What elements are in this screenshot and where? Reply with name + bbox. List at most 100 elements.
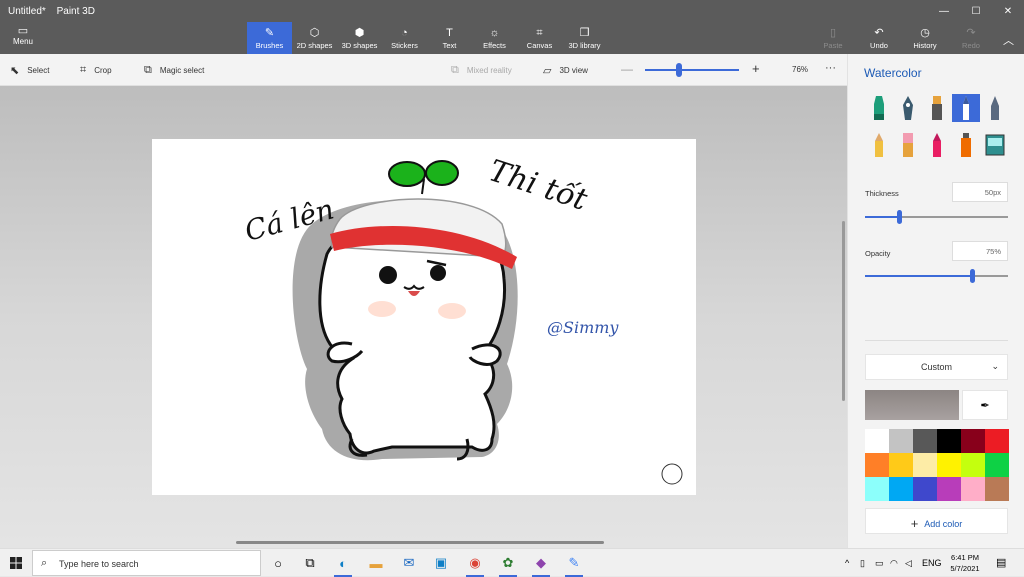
undo-icon: ↶ (874, 26, 884, 39)
minimize-button[interactable]: — (928, 0, 960, 22)
window-controls: — ☐ ✕ (928, 0, 1024, 22)
tab-label: 3D shapes (341, 40, 378, 50)
eraser-brush[interactable] (894, 131, 922, 159)
palette-swatch[interactable] (985, 453, 1009, 477)
opacity-input[interactable]: 75% (952, 241, 1008, 261)
chevron-up-icon[interactable]: ︿ (1003, 32, 1014, 48)
edit-tools: ▯ Paste ↶ Undo ◷ History ↷ Redo (810, 22, 994, 54)
close-button[interactable]: ✕ (992, 0, 1024, 22)
fill-brush[interactable] (981, 131, 1009, 159)
device-icon[interactable]: ▯ (860, 558, 865, 569)
chevron-up-icon[interactable]: ^ (845, 558, 849, 568)
maximize-button[interactable]: ☐ (960, 0, 992, 22)
edge-icon[interactable]: ◐ (333, 553, 353, 577)
sticker-icon: ◔ (401, 26, 408, 39)
calligraphy-pen-brush[interactable] (894, 94, 922, 122)
language-indicator[interactable]: ENG (922, 558, 942, 568)
start-button[interactable] (0, 549, 32, 577)
palette-swatch[interactable] (985, 477, 1009, 501)
tab-effects[interactable]: ☼ Effects (472, 22, 517, 54)
tab-3d-shapes[interactable]: ⬢ 3D shapes (337, 22, 382, 54)
zoom-slider-thumb[interactable] (676, 63, 682, 77)
crayon-brush[interactable] (923, 131, 951, 159)
palette-swatch[interactable] (865, 477, 889, 501)
horizontal-scrollbar[interactable] (236, 541, 604, 544)
dell-icon[interactable]: ▣ (431, 553, 451, 573)
redo-button[interactable]: ↷ Redo (948, 22, 994, 54)
palette-swatch[interactable] (913, 477, 937, 501)
history-button[interactable]: ◷ History (902, 22, 948, 54)
palette-swatch[interactable] (961, 477, 985, 501)
palette-swatch[interactable] (985, 429, 1009, 453)
zoom-slider[interactable] (645, 69, 739, 71)
clock[interactable]: 6:41 PM 5/7/2021 (940, 552, 990, 574)
palette-swatch[interactable] (937, 429, 961, 453)
palette-swatch[interactable] (865, 429, 889, 453)
app-icon[interactable]: ✿ (498, 553, 518, 577)
palette-swatch[interactable] (961, 453, 985, 477)
history-label: History (913, 40, 937, 50)
palette-swatch[interactable] (865, 453, 889, 477)
palette-swatch[interactable] (937, 453, 961, 477)
chevron-down-icon: ⌄ (991, 361, 999, 371)
thickness-slider-thumb[interactable] (897, 210, 903, 224)
paste-button[interactable]: ▯ Paste (810, 22, 856, 54)
tab-stickers[interactable]: ◔ Stickers (382, 22, 427, 54)
cortana-icon[interactable]: ○ (268, 553, 288, 573)
add-color-button[interactable]: + Add color (865, 508, 1008, 534)
tab-label: 2D shapes (296, 40, 333, 50)
vertical-scrollbar[interactable] (842, 221, 845, 401)
oil-brush[interactable] (923, 94, 951, 122)
tab-label: Text (442, 40, 457, 50)
ribbon: Untitled* Paint 3D — ☐ ✕ ▭ Menu ✎ Brushe… (0, 0, 1024, 54)
3d-view-button[interactable]: ▱ 3D view (543, 64, 588, 77)
palette-swatch[interactable] (889, 429, 913, 453)
opacity-slider-thumb[interactable] (970, 269, 976, 283)
pixel-pen-brush[interactable] (981, 94, 1009, 122)
palette-swatch[interactable] (961, 429, 985, 453)
palette-swatch[interactable] (889, 477, 913, 501)
more-options-button[interactable]: ··· (825, 62, 836, 74)
tab-text[interactable]: T Text (427, 22, 472, 54)
chrome-icon[interactable]: ◉ (465, 553, 485, 577)
pencil-icon (875, 133, 883, 157)
watercolor-brush[interactable] (952, 94, 980, 122)
wifi-icon[interactable]: ◠ (890, 558, 898, 569)
pencil-brush[interactable] (865, 131, 893, 159)
tab-brushes[interactable]: ✎ Brushes (247, 22, 292, 54)
pointer-icon: ⬉ (10, 65, 20, 77)
spray-can-brush[interactable] (952, 131, 980, 159)
taskbar-search[interactable]: ⌕ Type here to search (32, 550, 261, 576)
mail-icon[interactable]: ✉ (399, 553, 419, 573)
current-color-swatch[interactable] (865, 390, 959, 420)
crop-button[interactable]: ⌗ Crop (80, 64, 112, 77)
thickness-input[interactable]: 50px (952, 182, 1008, 202)
color-mode-dropdown[interactable]: Custom ⌄ (865, 354, 1008, 380)
notification-icon[interactable]: ▤ (996, 556, 1006, 569)
palette-swatch[interactable] (913, 453, 937, 477)
paint-icon[interactable]: ✎ (564, 553, 584, 577)
undo-button[interactable]: ↶ Undo (856, 22, 902, 54)
palette-swatch[interactable] (889, 453, 913, 477)
tab-3d-library[interactable]: ❒ 3D library (562, 22, 607, 54)
marker-brush[interactable] (865, 94, 893, 122)
palette-swatch[interactable] (913, 429, 937, 453)
menu-button[interactable]: ▭ Menu (8, 24, 38, 46)
volume-icon[interactable]: ◁ (905, 558, 912, 569)
calligraphy-pen-icon (903, 96, 913, 120)
mixed-reality-button[interactable]: ⧉ Mixed reality (451, 64, 512, 77)
zoom-in-button[interactable]: + (752, 61, 760, 76)
magic-select-button[interactable]: ⧉ Magic select (144, 64, 204, 77)
task-view-icon[interactable]: ⧉ (300, 553, 320, 573)
search-placeholder: Type here to search (59, 559, 139, 569)
select-button[interactable]: ⬉ Select (10, 64, 49, 77)
eyedropper-button[interactable]: ✒ (962, 390, 1008, 420)
palette-swatch[interactable] (937, 477, 961, 501)
zoom-out-button[interactable]: — (621, 62, 633, 76)
battery-icon[interactable]: ▭ (875, 558, 884, 569)
tab-canvas[interactable]: ⌗ Canvas (517, 22, 562, 54)
paint3d-icon[interactable]: ◆ (531, 553, 551, 577)
drawing-canvas[interactable]: Cá lên Thi tốt @Simmy (152, 139, 696, 495)
file-explorer-icon[interactable]: ▬ (366, 553, 386, 573)
tab-2d-shapes[interactable]: ⬡ 2D shapes (292, 22, 337, 54)
